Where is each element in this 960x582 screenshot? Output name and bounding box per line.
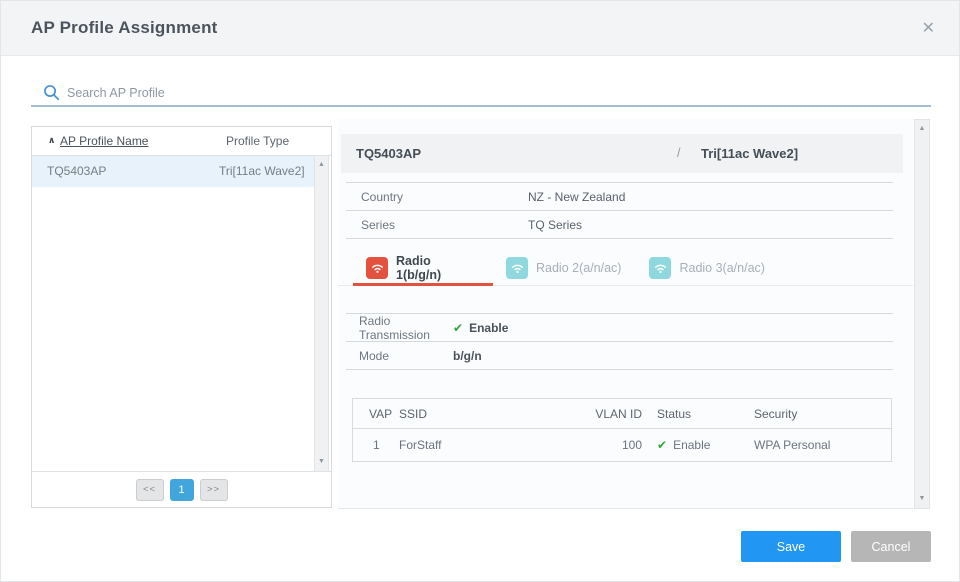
vap-table-row[interactable]: 1 ForStaff 100 ✔ Enable WPA Personal xyxy=(353,429,891,461)
radio-tabs: Radio 1(b/g/n) Radio 2(a/n/ac) xyxy=(338,249,913,286)
save-button[interactable]: Save xyxy=(741,531,841,562)
column-header-profile-type[interactable]: Profile Type xyxy=(226,134,289,148)
ssid-cell: ForStaff xyxy=(399,438,584,452)
field-row-series: Series TQ Series xyxy=(346,211,893,239)
scroll-down-icon[interactable]: ▼ xyxy=(315,457,328,467)
scroll-up-icon[interactable]: ▲ xyxy=(315,160,328,170)
status-text: Enable xyxy=(673,438,710,452)
radio-settings: Radio Transmission ✔ Enable Mode b/g/n xyxy=(346,313,893,370)
details-title-bar: TQ5403AP / Tri[11ac Wave2] xyxy=(341,134,903,173)
security-cell: WPA Personal xyxy=(754,438,891,452)
vlan-id-cell: 100 xyxy=(584,438,642,452)
ap-profile-assignment-dialog: AP Profile Assignment ✕ ∧ AP Profile Nam… xyxy=(0,0,960,582)
field-value: Enable xyxy=(469,321,508,335)
tab-radio-1[interactable]: Radio 1(b/g/n) xyxy=(353,249,493,286)
dialog-header: AP Profile Assignment ✕ xyxy=(1,1,959,56)
status-cell: ✔ Enable xyxy=(642,438,754,452)
pagination: << 1 >> xyxy=(32,471,331,507)
search-icon xyxy=(43,84,60,101)
profile-list-panel: ∧ AP Profile Name Profile Type TQ5403AP … xyxy=(31,126,332,508)
vap-table: VAP SSID VLAN ID Status Security 1 ForSt… xyxy=(352,398,892,462)
profile-list-row[interactable]: TQ5403AP Tri[11ac Wave2] xyxy=(32,156,315,187)
scroll-up-icon[interactable]: ▲ xyxy=(915,124,929,134)
field-label: Mode xyxy=(359,349,453,363)
profile-type-cell: Tri[11ac Wave2] xyxy=(219,164,305,178)
wifi-icon xyxy=(506,257,528,279)
search-input[interactable] xyxy=(67,82,931,104)
radio-transmission-row: Radio Transmission ✔ Enable xyxy=(346,314,893,342)
cancel-button[interactable]: Cancel xyxy=(851,531,931,562)
tab-label: Radio 2(a/n/ac) xyxy=(536,261,621,275)
field-label: Series xyxy=(361,218,528,232)
search-bar xyxy=(31,80,931,107)
wifi-icon xyxy=(366,257,388,279)
column-header-vap: VAP xyxy=(353,407,399,421)
detail-profile-name: TQ5403AP xyxy=(356,146,421,161)
profile-list-header: ∧ AP Profile Name Profile Type xyxy=(32,127,331,156)
field-label: Radio Transmission xyxy=(359,314,453,342)
tab-label: Radio 3(a/n/ac) xyxy=(679,261,764,275)
field-row-country: Country NZ - New Zealand xyxy=(346,183,893,211)
profile-list-scrollbar[interactable]: ▲ ▼ xyxy=(314,155,329,472)
field-value: TQ Series xyxy=(528,218,582,232)
pagination-prev-button[interactable]: << xyxy=(136,479,164,501)
column-header-ssid: SSID xyxy=(399,407,584,421)
column-header-vlan-id: VLAN ID xyxy=(584,407,642,421)
field-label: Country xyxy=(361,190,528,204)
profile-name-cell: TQ5403AP xyxy=(47,164,106,178)
column-header-ap-profile-name[interactable]: AP Profile Name xyxy=(60,134,148,148)
pagination-next-button[interactable]: >> xyxy=(200,479,228,501)
tab-radio-3[interactable]: Radio 3(a/n/ac) xyxy=(636,249,779,286)
column-header-security: Security xyxy=(754,407,891,421)
check-icon: ✔ xyxy=(657,438,667,452)
detail-profile-type: Tri[11ac Wave2] xyxy=(701,146,798,161)
field-value: b/g/n xyxy=(453,349,482,363)
dialog-title: AP Profile Assignment xyxy=(31,18,218,38)
field-value: NZ - New Zealand xyxy=(528,190,625,204)
wifi-icon xyxy=(649,257,671,279)
tab-label: Radio 1(b/g/n) xyxy=(396,254,478,282)
details-scrollbar[interactable]: ▲ ▼ xyxy=(914,119,930,509)
vap-table-header: VAP SSID VLAN ID Status Security xyxy=(353,399,891,429)
sort-ascending-icon[interactable]: ∧ xyxy=(48,135,55,146)
vap-cell: 1 xyxy=(353,438,399,452)
mode-row: Mode b/g/n xyxy=(346,342,893,370)
profile-details-panel: TQ5403AP / Tri[11ac Wave2] Country NZ - … xyxy=(338,119,913,509)
pagination-page-1-button[interactable]: 1 xyxy=(170,479,194,501)
detail-separator: / xyxy=(677,146,680,160)
close-icon[interactable]: ✕ xyxy=(922,18,935,38)
check-icon: ✔ xyxy=(453,321,463,335)
column-header-status: Status xyxy=(642,407,754,421)
tab-radio-2[interactable]: Radio 2(a/n/ac) xyxy=(493,249,636,286)
scroll-down-icon[interactable]: ▼ xyxy=(915,494,929,504)
detail-fields: Country NZ - New Zealand Series TQ Serie… xyxy=(346,182,893,239)
